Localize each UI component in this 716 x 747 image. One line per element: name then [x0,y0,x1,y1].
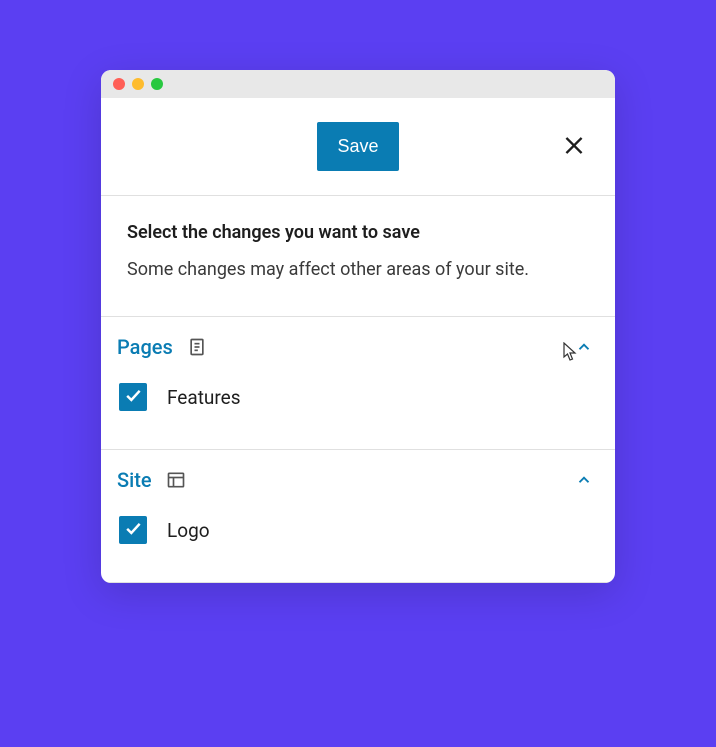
intro-title: Select the changes you want to save [127,222,589,243]
dialog-window: Save Select the changes you want to save… [101,70,615,583]
chevron-up-icon [575,471,593,489]
list-item: Logo [119,516,597,544]
list-item: Features [119,383,597,411]
page-icon [187,337,207,357]
checkbox-logo[interactable] [119,516,147,544]
section-pages: Pages [101,317,615,450]
checkbox-features[interactable] [119,383,147,411]
section-header-site[interactable]: Site [101,450,615,510]
chevron-up-icon [575,338,593,356]
window-titlebar [101,70,615,98]
window-minimize-dot[interactable] [132,78,144,90]
intro-description: Some changes may affect other areas of y… [127,259,589,280]
window-close-dot[interactable] [113,78,125,90]
save-button[interactable]: Save [317,122,398,171]
checkbox-label: Logo [167,519,210,542]
section-site: Site [101,450,615,583]
check-icon [123,518,143,542]
close-icon [561,132,587,161]
section-body-pages: Features [101,377,615,449]
intro-section: Select the changes you want to save Some… [101,196,615,317]
section-header-pages[interactable]: Pages [101,317,615,377]
layout-icon [166,470,186,490]
dialog-header: Save [101,98,615,196]
section-title: Pages [117,335,173,359]
section-title: Site [117,468,152,492]
close-button[interactable] [557,128,591,165]
check-icon [123,385,143,409]
section-body-site: Logo [101,510,615,582]
window-maximize-dot[interactable] [151,78,163,90]
checkbox-label: Features [167,386,241,409]
